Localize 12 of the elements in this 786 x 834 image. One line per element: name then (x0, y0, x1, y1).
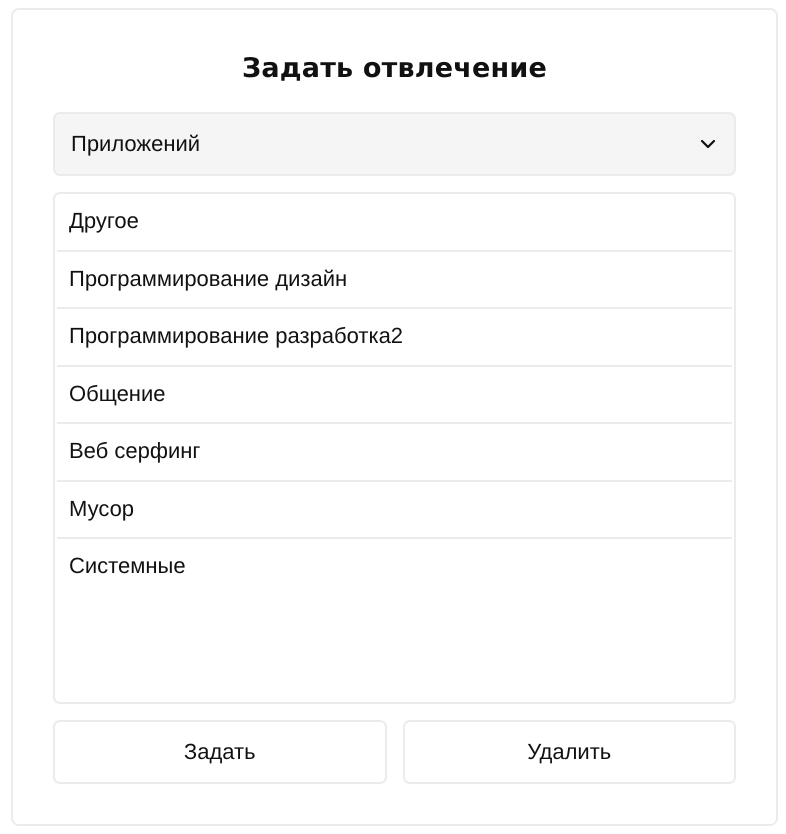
list-item[interactable]: Программирование разработка2 (57, 309, 732, 366)
list-item[interactable]: Мусор (57, 482, 732, 539)
chevron-down-icon (700, 139, 716, 149)
action-button[interactable]: Задать (53, 720, 386, 784)
list-item[interactable]: Системные (57, 539, 732, 596)
category-dropdown[interactable]: Приложений (53, 112, 736, 176)
list-item[interactable]: Программирование дизайн (57, 252, 732, 309)
list-item[interactable]: Веб серфинг (57, 424, 732, 482)
list-item[interactable]: Другое (57, 194, 732, 252)
dialog-title: Задать отвлечение (240, 52, 548, 86)
action-button[interactable]: Удалить (402, 720, 736, 784)
list-item[interactable]: Общение (57, 366, 732, 424)
